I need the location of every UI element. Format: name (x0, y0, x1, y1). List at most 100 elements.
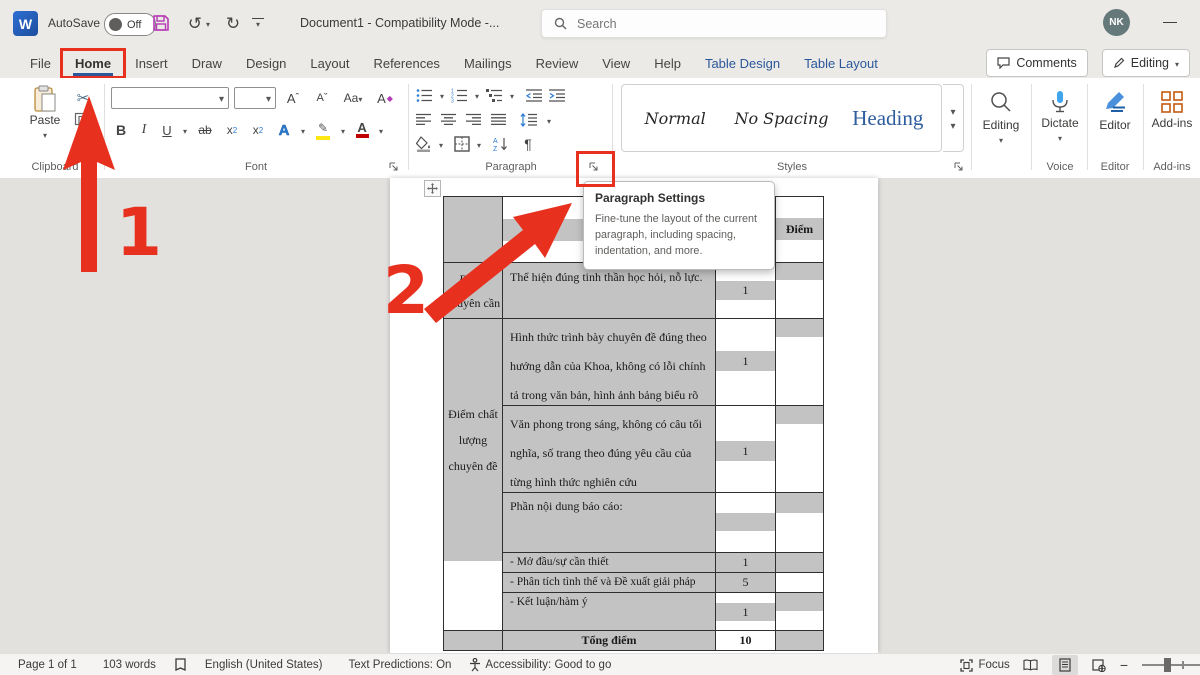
borders-button[interactable] (454, 136, 470, 152)
styles-dialog-launcher[interactable] (952, 160, 966, 174)
numbered-list-button[interactable]: 123 (451, 88, 468, 103)
account-avatar[interactable]: NK (1103, 9, 1130, 36)
zoom-slider-thumb[interactable] (1164, 658, 1171, 672)
criteria-cell[interactable]: Thể hiện đúng tinh thần học hỏi, nỗ lực. (503, 263, 716, 319)
chevron-down-icon[interactable] (547, 111, 551, 129)
change-case-button[interactable] (339, 87, 367, 109)
style-heading[interactable]: Heading (835, 106, 941, 131)
accessibility-status[interactable]: Accessibility: Good to go (485, 659, 611, 671)
font-name-combobox[interactable] (111, 87, 229, 109)
criteria-cell[interactable]: - Mở đầu/sự cần thiết (503, 553, 716, 573)
web-layout-button[interactable] (1086, 655, 1112, 675)
criteria-cell[interactable]: Hình thức trình bày chuyên đề đúng theo … (503, 319, 716, 406)
clipboard-dialog-launcher[interactable] (84, 160, 98, 174)
zoom-out-button[interactable]: − (1120, 657, 1128, 673)
dictate-button[interactable]: Dictate (1034, 90, 1086, 144)
proofing-icon[interactable] (174, 658, 187, 672)
chevron-down-icon[interactable] (440, 86, 444, 104)
align-center-button[interactable] (441, 113, 456, 127)
focus-button[interactable]: Focus (960, 659, 1009, 672)
underline-dropdown-icon[interactable] (183, 121, 187, 139)
undo-dropdown-icon[interactable] (203, 12, 213, 36)
align-right-button[interactable] (466, 113, 481, 127)
comments-button[interactable]: Comments (986, 49, 1087, 77)
paste-button[interactable]: Paste (22, 85, 68, 141)
language-indicator[interactable]: English (United States) (197, 659, 331, 671)
points-cell[interactable] (776, 553, 824, 573)
underline-button[interactable] (159, 119, 175, 141)
autosave-toggle[interactable]: Off (104, 13, 156, 36)
editor-button[interactable]: Editor (1090, 90, 1140, 132)
tab-mailings[interactable]: Mailings (452, 51, 524, 76)
show-formatting-button[interactable] (519, 135, 537, 153)
score-cell[interactable]: 1 (716, 319, 776, 406)
table-move-handle[interactable] (424, 180, 441, 197)
points-cell[interactable] (776, 631, 824, 651)
font-color-dropdown-icon[interactable] (379, 121, 383, 139)
line-spacing-button[interactable] (520, 113, 537, 127)
text-effects-button[interactable] (275, 119, 293, 141)
superscript-button[interactable] (249, 119, 267, 141)
tab-table-design[interactable]: Table Design (693, 51, 792, 76)
text-predictions[interactable]: Text Predictions: On (341, 659, 460, 671)
shrink-font-button[interactable] (310, 87, 334, 109)
italic-button[interactable] (137, 119, 151, 141)
points-cell[interactable] (776, 573, 824, 593)
copy-button[interactable] (74, 112, 90, 129)
chevron-down-icon[interactable] (477, 135, 481, 153)
tab-table-layout[interactable]: Table Layout (792, 51, 890, 76)
font-dialog-launcher[interactable] (387, 160, 401, 174)
cut-button[interactable] (72, 88, 94, 108)
score-cell[interactable] (716, 493, 776, 553)
criteria-cell[interactable]: Văn phong trong sáng, không có câu tối n… (503, 406, 716, 493)
tab-review[interactable]: Review (524, 51, 591, 76)
tab-file[interactable]: File (18, 51, 63, 76)
points-cell[interactable] (776, 406, 824, 493)
tab-references[interactable]: References (361, 51, 451, 76)
subscript-button[interactable] (223, 119, 241, 141)
score-cell[interactable]: 1 (716, 553, 776, 573)
sort-button[interactable]: AZ (493, 136, 508, 152)
search-box[interactable] (541, 9, 887, 38)
justify-button[interactable] (491, 113, 506, 127)
multilevel-list-button[interactable] (486, 88, 503, 103)
quick-access-more-icon[interactable] (252, 18, 264, 29)
font-color-button[interactable] (353, 118, 371, 142)
text-highlight-button[interactable] (313, 118, 333, 142)
tab-draw[interactable]: Draw (180, 51, 234, 76)
addins-button[interactable]: Add-ins (1146, 90, 1198, 130)
category-cell[interactable]: Điểm chuyên cần (444, 263, 503, 319)
criteria-cell[interactable]: - Kết luận/hàm ý (503, 593, 716, 631)
style-normal[interactable]: Normal (622, 109, 728, 128)
table-cell[interactable] (444, 197, 503, 263)
decrease-indent-button[interactable] (526, 88, 542, 103)
table-cell[interactable] (444, 631, 503, 651)
increase-indent-button[interactable] (549, 88, 565, 103)
read-mode-button[interactable] (1018, 655, 1044, 675)
total-score-cell[interactable]: 10 (716, 631, 776, 651)
chevron-down-icon[interactable] (439, 135, 443, 153)
style-no-spacing[interactable]: No Spacing (728, 109, 834, 128)
word-count[interactable]: 103 words (95, 659, 164, 671)
redo-button[interactable] (222, 12, 244, 36)
text-effects-dropdown-icon[interactable] (301, 121, 305, 139)
score-cell[interactable]: 1 (716, 406, 776, 493)
points-cell[interactable] (776, 593, 824, 631)
bullet-list-button[interactable] (416, 88, 433, 103)
zoom-slider[interactable] (1142, 664, 1200, 666)
total-label-cell[interactable]: Tổng điểm (503, 631, 716, 651)
points-cell[interactable] (776, 263, 824, 319)
print-layout-button[interactable] (1052, 655, 1078, 675)
criteria-cell[interactable]: - Phân tích tình thế và Đề xuất giải phá… (503, 573, 716, 593)
styles-gallery-more[interactable] (943, 84, 964, 152)
table-cell[interactable]: Điểm (776, 197, 824, 263)
highlight-dropdown-icon[interactable] (341, 121, 345, 139)
editing-mode-button[interactable]: Editing (1102, 49, 1190, 77)
tab-help[interactable]: Help (642, 51, 693, 76)
clear-formatting-button[interactable] (372, 87, 398, 109)
score-cell[interactable]: 1 (716, 593, 776, 631)
strikethrough-button[interactable] (195, 119, 215, 141)
tab-layout[interactable]: Layout (298, 51, 361, 76)
editing-button[interactable]: Editing (974, 90, 1028, 146)
score-cell[interactable]: 5 (716, 573, 776, 593)
